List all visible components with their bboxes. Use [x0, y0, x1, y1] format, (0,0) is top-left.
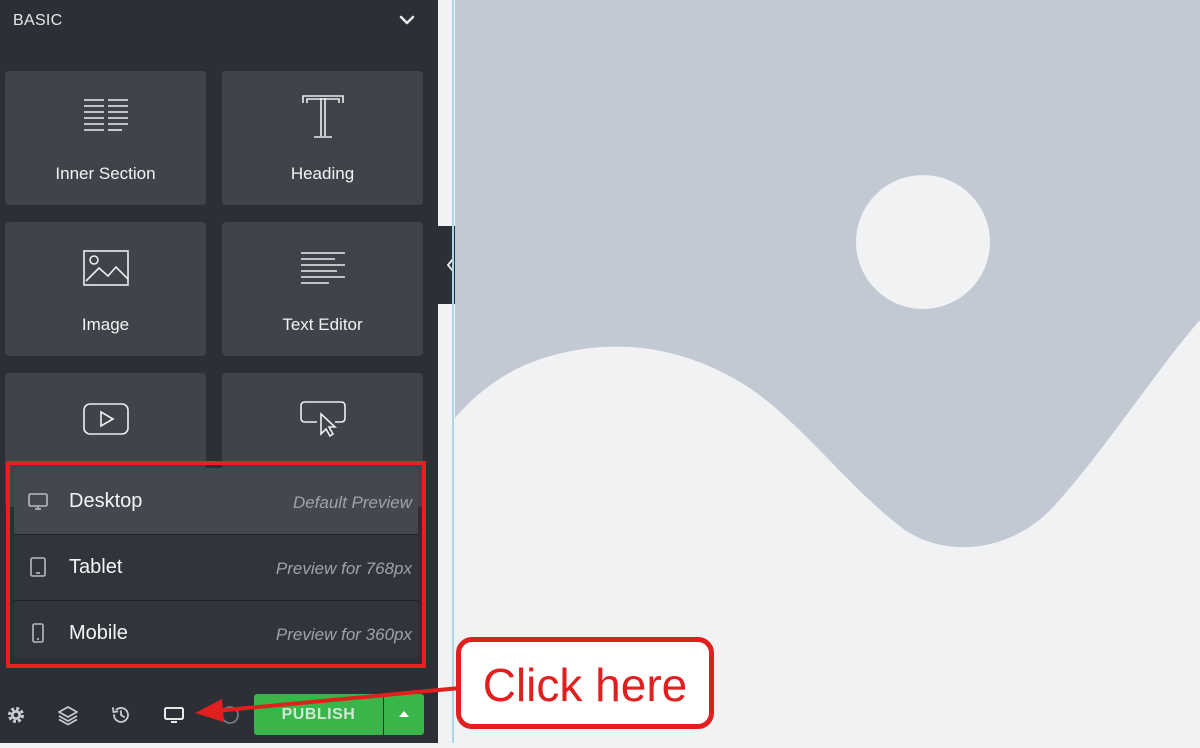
history-icon[interactable]: [110, 704, 132, 731]
navigator-icon[interactable]: [57, 704, 79, 731]
widget-label: Text Editor: [282, 315, 363, 334]
callout-text: Click here: [482, 659, 688, 711]
video-icon: [82, 401, 130, 442]
button-icon: [299, 400, 347, 443]
widget-heading[interactable]: Heading: [222, 71, 423, 205]
image-placeholder: [455, 0, 1200, 743]
section-title: BASIC: [13, 12, 63, 29]
caret-up-icon: [399, 711, 409, 717]
placeholder-sun: [856, 175, 990, 309]
widget-inner-section[interactable]: Inner Section: [5, 71, 206, 205]
widget-text-editor[interactable]: Text Editor: [222, 222, 423, 356]
heading-icon: [300, 93, 346, 146]
widget-label: Heading: [290, 164, 355, 183]
preview-canvas[interactable]: [455, 0, 1200, 743]
annotation-callout: Click here: [456, 637, 714, 729]
inner-section-icon: [82, 95, 130, 140]
preview-icon[interactable]: [219, 704, 241, 731]
highlight-box: [6, 461, 426, 668]
section-header-basic[interactable]: BASIC: [0, 0, 438, 44]
widget-image[interactable]: Image: [5, 222, 206, 356]
chevron-down-icon[interactable]: [397, 10, 417, 35]
editor-panel: BASIC Inner Section Heading Image Text E…: [0, 0, 438, 743]
canvas-edge-guide: [452, 0, 454, 743]
settings-icon[interactable]: [5, 704, 27, 731]
text-editor-icon: [299, 250, 347, 291]
responsive-mode-icon[interactable]: [163, 704, 185, 731]
widget-label: Inner Section: [55, 164, 156, 183]
widget-label: Image: [81, 315, 130, 334]
publish-button[interactable]: PUBLISH: [254, 694, 383, 735]
publish-options-button[interactable]: [384, 694, 424, 735]
image-icon: [82, 249, 130, 292]
